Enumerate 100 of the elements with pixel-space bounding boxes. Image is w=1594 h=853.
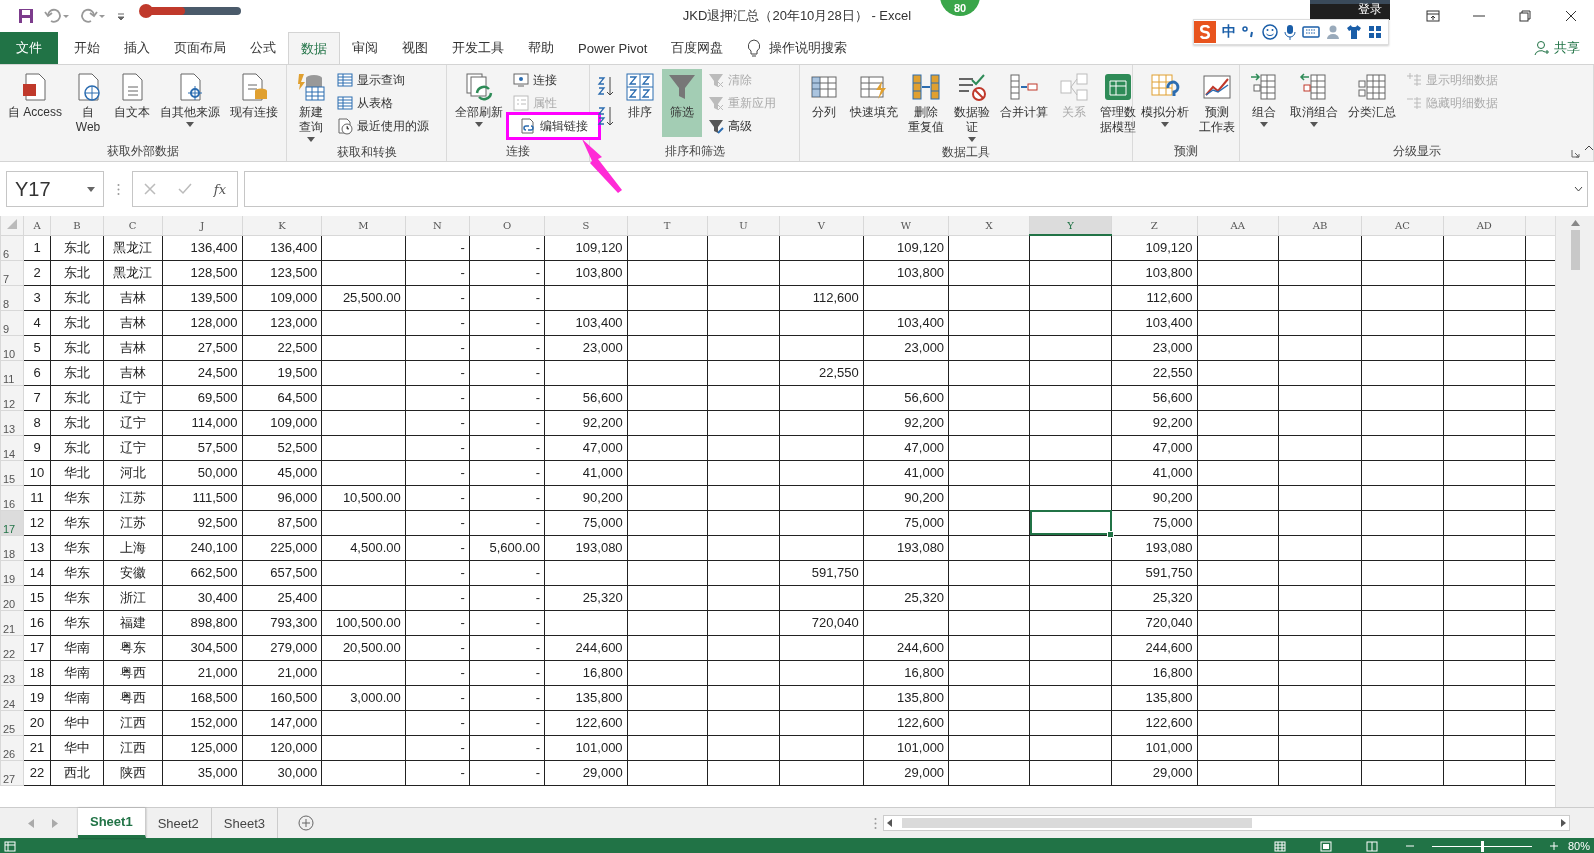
ribbon-button[interactable]: 快速填充 bbox=[846, 69, 902, 137]
row-header[interactable]: 17 bbox=[0, 510, 24, 535]
row-header[interactable]: 22 bbox=[0, 635, 24, 660]
column-header[interactable]: K bbox=[242, 216, 322, 235]
page-break-icon[interactable] bbox=[1365, 840, 1378, 852]
column-header[interactable]: Y bbox=[1029, 216, 1112, 235]
row-header[interactable]: 7 bbox=[0, 260, 24, 285]
column-header[interactable]: AB bbox=[1278, 216, 1362, 235]
scroll-up-icon[interactable] bbox=[1570, 220, 1580, 226]
name-box[interactable]: Y17 bbox=[6, 171, 104, 207]
scroll-right-icon[interactable] bbox=[1561, 819, 1566, 827]
ribbon-button[interactable]: 自 Web bbox=[68, 69, 108, 137]
ribbon-tab[interactable]: 百度网盘 bbox=[659, 32, 736, 64]
row-header[interactable]: 25 bbox=[0, 710, 24, 735]
column-header[interactable]: O bbox=[469, 216, 545, 235]
ribbon-button[interactable]: 数据验 证 bbox=[950, 69, 994, 144]
collapse-ribbon-icon[interactable] bbox=[1584, 145, 1594, 151]
ribbon-button[interactable]: 连接 bbox=[509, 69, 598, 91]
ribbon-button[interactable]: 排序 bbox=[620, 69, 660, 137]
smiley-icon[interactable] bbox=[1262, 24, 1278, 40]
column-header[interactable]: J bbox=[162, 216, 243, 235]
column-header[interactable]: S bbox=[544, 216, 628, 235]
row-header[interactable]: 23 bbox=[0, 660, 24, 685]
drag-handle-icon[interactable] bbox=[116, 182, 120, 196]
ribbon-tab[interactable]: 审阅 bbox=[340, 32, 390, 64]
row-header[interactable]: 8 bbox=[0, 285, 24, 310]
ribbon-tab[interactable]: Power Pivot bbox=[566, 32, 660, 64]
column-header[interactable]: C bbox=[103, 216, 163, 235]
row-header[interactable]: 13 bbox=[0, 410, 24, 435]
row-header[interactable]: 19 bbox=[0, 560, 24, 585]
vertical-scrollbar[interactable] bbox=[1555, 216, 1594, 807]
ribbon-button[interactable]: 自其他来源 bbox=[156, 69, 224, 137]
zoom-in-icon[interactable] bbox=[1549, 842, 1558, 850]
scroll-left-icon[interactable] bbox=[887, 819, 893, 827]
tell-me-search[interactable]: 操作说明搜索 bbox=[769, 39, 848, 57]
expand-caret-icon[interactable] bbox=[1574, 186, 1583, 192]
column-header[interactable]: U bbox=[707, 216, 780, 235]
ribbon-button[interactable]: 显示查询 bbox=[333, 69, 432, 91]
ribbon-tab[interactable]: 数据 bbox=[288, 32, 340, 65]
row-header[interactable]: 20 bbox=[0, 585, 24, 610]
row-header[interactable]: 26 bbox=[0, 735, 24, 760]
row-header[interactable]: 15 bbox=[0, 460, 24, 485]
row-header[interactable]: 24 bbox=[0, 685, 24, 710]
undo-icon[interactable] bbox=[44, 8, 70, 24]
column-header[interactable]: A bbox=[23, 216, 51, 235]
add-sheet-icon[interactable] bbox=[298, 815, 315, 831]
share-button[interactable]: 共享 bbox=[1554, 39, 1580, 57]
ribbon-button[interactable]: 预测 工作表 bbox=[1195, 69, 1239, 137]
file-menu-button[interactable]: 文件 bbox=[0, 32, 58, 64]
keyboard-icon[interactable] bbox=[1302, 25, 1320, 39]
sheet-tab[interactable]: Sheet1 bbox=[78, 808, 146, 838]
row-header[interactable]: 21 bbox=[0, 610, 24, 635]
row-header[interactable]: 14 bbox=[0, 435, 24, 460]
enter-check-icon[interactable] bbox=[177, 183, 192, 195]
normal-view-icon[interactable] bbox=[1273, 840, 1286, 852]
horizontal-scrollbar[interactable] bbox=[883, 815, 1570, 831]
input-mode-toggle[interactable]: 中 bbox=[1222, 23, 1236, 41]
ribbon-tab[interactable]: 页面布局 bbox=[162, 32, 238, 64]
ribbon-button[interactable]: 全部刷新 bbox=[451, 69, 507, 137]
redo-icon[interactable] bbox=[80, 8, 106, 24]
column-header[interactable]: AD bbox=[1443, 216, 1526, 235]
ribbon-button[interactable]: 管理数 据模型 bbox=[1096, 69, 1140, 137]
column-header[interactable]: AA bbox=[1197, 216, 1279, 235]
ribbon-button[interactable]: 合并计算 bbox=[996, 69, 1052, 137]
macro-record-icon[interactable] bbox=[4, 840, 16, 852]
row-header[interactable]: 12 bbox=[0, 385, 24, 410]
punctuation-icon[interactable] bbox=[1242, 25, 1256, 39]
column-header[interactable]: X bbox=[948, 216, 1030, 235]
column-header[interactable]: AC bbox=[1361, 216, 1444, 235]
ribbon-button[interactable]: 分列 bbox=[804, 69, 844, 137]
grid-menu-icon[interactable] bbox=[1368, 25, 1382, 39]
ribbon-button[interactable]: 取消组合 bbox=[1286, 69, 1342, 137]
column-header[interactable]: B bbox=[50, 216, 103, 235]
ribbon-button[interactable]: 模拟分析 bbox=[1137, 69, 1193, 137]
column-header[interactable]: V bbox=[779, 216, 864, 235]
ribbon-button[interactable]: 删除 重复值 bbox=[904, 69, 948, 137]
ribbon-button[interactable]: 最近使用的源 bbox=[333, 115, 432, 137]
ribbon-tab[interactable]: 插入 bbox=[112, 32, 162, 64]
drag-handle-icon[interactable] bbox=[874, 816, 878, 830]
save-icon[interactable] bbox=[18, 8, 34, 24]
ribbon-button[interactable]: 组合 bbox=[1244, 69, 1284, 137]
user-icon[interactable] bbox=[1326, 24, 1340, 40]
column-header[interactable]: W bbox=[863, 216, 949, 235]
column-header[interactable]: M bbox=[321, 216, 406, 235]
row-header[interactable]: 18 bbox=[0, 535, 24, 560]
column-header[interactable]: N bbox=[405, 216, 470, 235]
ribbon-button[interactable]: 高级 bbox=[704, 115, 779, 137]
ribbon-tab[interactable]: 帮助 bbox=[516, 32, 566, 64]
ribbon-tab[interactable]: 开发工具 bbox=[440, 32, 516, 64]
row-header[interactable]: 16 bbox=[0, 485, 24, 510]
shirt-icon[interactable] bbox=[1346, 24, 1362, 40]
ribbon-button[interactable]: 自文本 bbox=[110, 69, 154, 137]
zoom-slider-thumb[interactable] bbox=[1480, 840, 1484, 852]
share-user-icon[interactable] bbox=[1534, 40, 1550, 56]
ribbon-button[interactable]: 从表格 bbox=[333, 92, 432, 114]
dialog-launcher-icon[interactable] bbox=[1571, 149, 1580, 158]
insert-function-button[interactable]: fx bbox=[213, 181, 226, 197]
row-header[interactable]: 6 bbox=[0, 235, 24, 260]
row-header[interactable]: 27 bbox=[0, 760, 24, 785]
ribbon-button[interactable]: 现有连接 bbox=[226, 69, 282, 137]
